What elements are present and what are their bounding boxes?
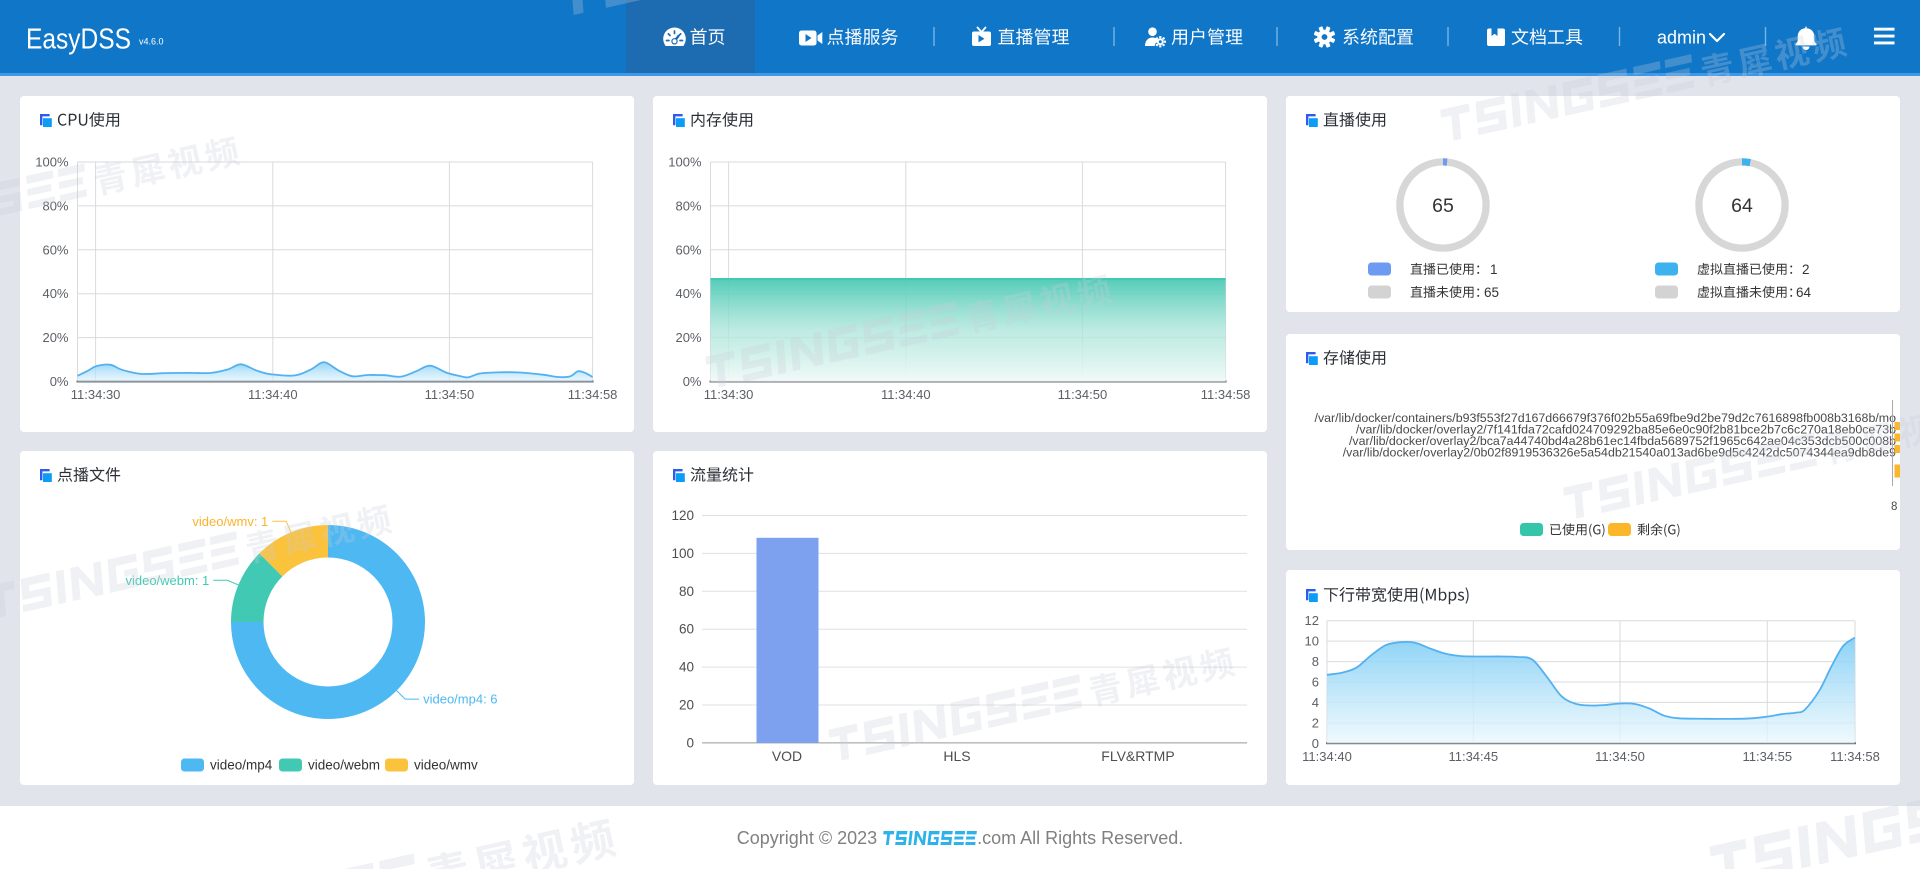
svg-text:0%: 0% — [683, 374, 702, 389]
svg-text:video/webm: video/webm — [308, 758, 380, 773]
svg-text:8: 8 — [1312, 654, 1319, 669]
svg-text:/var/lib/docker/overlay2/0b02f: /var/lib/docker/overlay2/0b02f8919536326… — [1343, 445, 1896, 459]
svg-text:20%: 20% — [42, 330, 68, 345]
svg-text:80: 80 — [679, 584, 694, 599]
svg-text:v4.6.0: v4.6.0 — [139, 37, 164, 47]
svg-text:11:34:58: 11:34:58 — [1830, 749, 1880, 764]
svg-text:HLS: HLS — [943, 748, 970, 764]
svg-text:VOD: VOD — [772, 748, 802, 764]
svg-text:11:34:45: 11:34:45 — [1448, 749, 1498, 764]
svg-text:11:34:50: 11:34:50 — [1595, 749, 1645, 764]
svg-text:video/wmv: video/wmv — [414, 758, 478, 773]
svg-text:11:34:50: 11:34:50 — [425, 387, 475, 402]
svg-text:65: 65 — [1484, 285, 1499, 300]
svg-text:video/mp4: video/mp4 — [210, 758, 273, 773]
svg-text:11:34:55: 11:34:55 — [1742, 749, 1792, 764]
svg-text:40%: 40% — [675, 286, 701, 301]
svg-text:40%: 40% — [42, 286, 68, 301]
svg-text:20%: 20% — [675, 330, 701, 345]
svg-text:120: 120 — [671, 508, 694, 523]
svg-text:11:34:30: 11:34:30 — [704, 387, 754, 402]
svg-text:100%: 100% — [668, 155, 702, 170]
svg-text:12: 12 — [1305, 613, 1319, 628]
svg-text:video/mp4: 6: video/mp4: 6 — [423, 692, 497, 707]
svg-text:8: 8 — [1891, 501, 1897, 513]
svg-text:video/webm: 1: video/webm: 1 — [125, 573, 209, 588]
svg-text:80%: 80% — [42, 198, 68, 213]
svg-text:11:34:58: 11:34:58 — [1201, 387, 1251, 402]
svg-text:11:34:40: 11:34:40 — [1302, 749, 1352, 764]
svg-text:11:34:40: 11:34:40 — [248, 387, 298, 402]
svg-text:6: 6 — [1312, 675, 1319, 690]
svg-text:0: 0 — [686, 735, 694, 750]
svg-text:2: 2 — [1312, 715, 1319, 730]
svg-text:60%: 60% — [42, 242, 68, 257]
svg-text:1: 1 — [1490, 262, 1498, 277]
svg-text:video/wmv: 1: video/wmv: 1 — [192, 514, 268, 529]
svg-text:FLV&RTMP: FLV&RTMP — [1101, 748, 1174, 764]
svg-text:10: 10 — [1305, 634, 1319, 649]
svg-text:40: 40 — [679, 660, 694, 675]
svg-text:100: 100 — [671, 546, 694, 561]
svg-text:64: 64 — [1731, 195, 1753, 217]
svg-text:65: 65 — [1432, 195, 1454, 217]
svg-text:100%: 100% — [35, 155, 69, 170]
svg-text:11:34:30: 11:34:30 — [71, 387, 121, 402]
svg-text:11:34:50: 11:34:50 — [1058, 387, 1108, 402]
svg-text:2: 2 — [1802, 262, 1810, 277]
svg-text:11:34:40: 11:34:40 — [881, 387, 931, 402]
svg-text:EasyDSS: EasyDSS — [26, 24, 131, 56]
svg-text:0%: 0% — [50, 374, 69, 389]
svg-text:80%: 80% — [675, 198, 701, 213]
svg-text:admin: admin — [1657, 28, 1706, 48]
svg-text:60: 60 — [679, 622, 694, 637]
svg-text:60%: 60% — [675, 242, 701, 257]
svg-text:11:34:58: 11:34:58 — [568, 387, 618, 402]
svg-text:64: 64 — [1796, 285, 1812, 300]
svg-text:20: 20 — [679, 698, 694, 713]
svg-text:4: 4 — [1312, 695, 1319, 710]
